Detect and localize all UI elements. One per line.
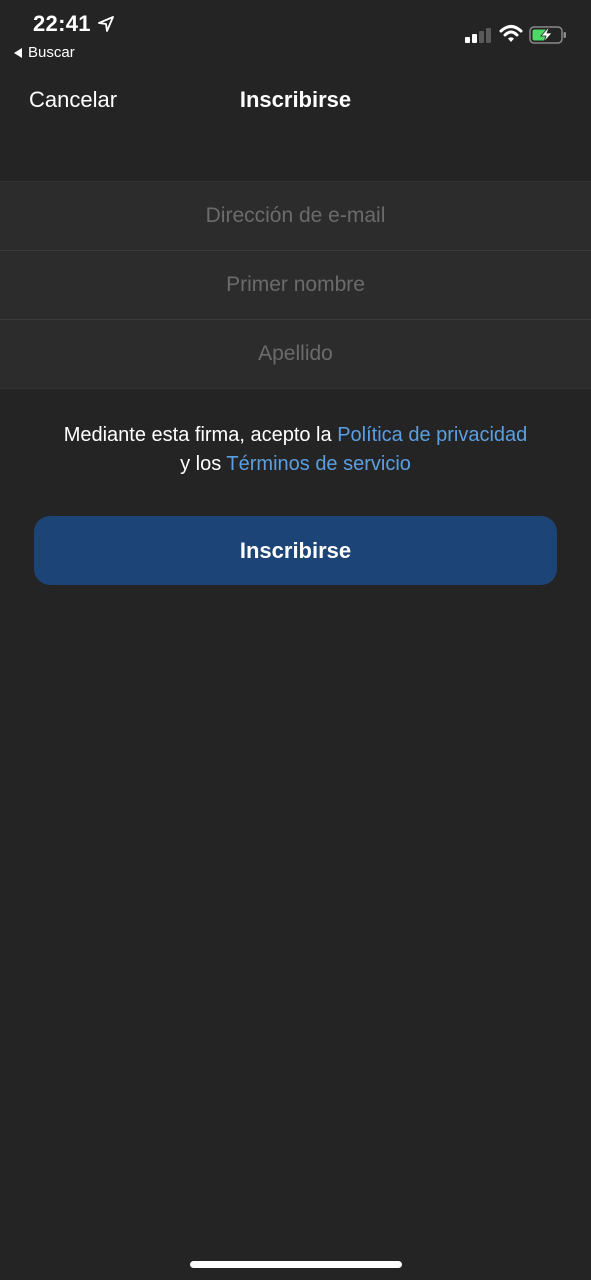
back-to-app-button[interactable]: Buscar [14, 44, 75, 61]
first-name-field[interactable] [0, 250, 591, 320]
back-triangle-icon [14, 47, 22, 58]
home-indicator[interactable] [190, 1261, 402, 1268]
privacy-policy-link[interactable]: Política de privacidad [337, 424, 527, 446]
battery-charging-icon [529, 26, 566, 44]
page-title: Inscribirse [239, 87, 352, 112]
signup-form [0, 181, 591, 389]
status-time: 22:41 [33, 11, 91, 36]
last-name-field[interactable] [0, 319, 591, 389]
location-arrow-icon [98, 16, 114, 32]
terms-prefix: Mediante esta firma, acepto la [63, 424, 338, 446]
terms-middle: y los [180, 453, 227, 475]
last-name-row [0, 319, 591, 389]
cellular-signal-icon [465, 28, 491, 43]
first-name-row [0, 250, 591, 320]
email-row [0, 181, 591, 251]
navigation-bar: Cancelar Inscribirse [0, 70, 591, 130]
back-app-label: Buscar [28, 44, 75, 61]
status-bar: 22:41 Buscar [0, 0, 591, 70]
terms-of-service-link[interactable]: Términos de servicio [226, 453, 411, 475]
terms-notice: Mediante esta firma, acepto la Política … [60, 421, 531, 479]
wifi-icon [499, 25, 523, 42]
email-field[interactable] [0, 181, 591, 251]
signup-button[interactable]: Inscribirse [34, 516, 557, 585]
